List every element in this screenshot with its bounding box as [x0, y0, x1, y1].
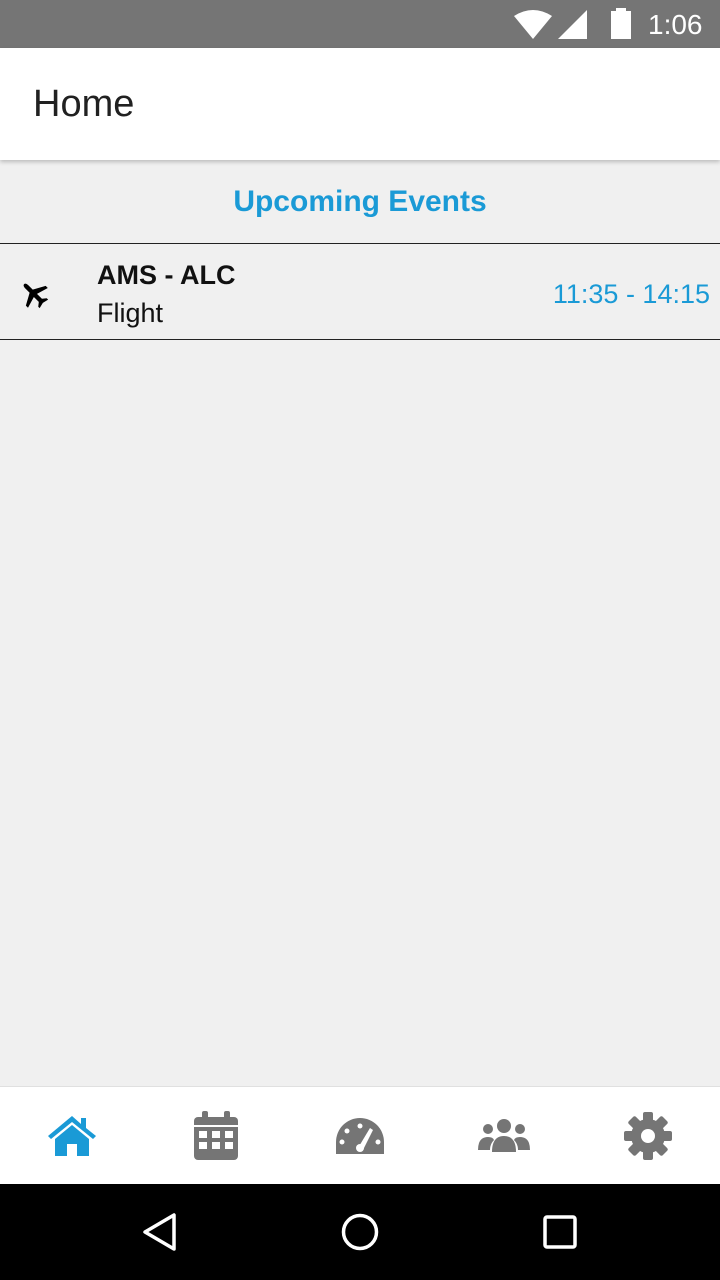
status-time: 1:06	[648, 9, 703, 40]
list-item[interactable]: AMS - ALC Flight 11:35 - 14:15	[0, 244, 720, 340]
event-route: AMS - ALC	[97, 260, 236, 290]
group-icon	[478, 1119, 530, 1152]
nav-calendar[interactable]	[144, 1087, 288, 1185]
event-type: Flight	[97, 298, 164, 328]
battery-icon	[611, 8, 631, 39]
bottom-navigation	[0, 1086, 720, 1184]
nav-group[interactable]	[432, 1087, 576, 1185]
section-title: Upcoming Events	[233, 185, 487, 218]
home-icon	[48, 1116, 96, 1156]
status-bar: 1:06	[0, 0, 720, 48]
back-icon[interactable]	[140, 1212, 180, 1252]
gear-icon	[624, 1112, 672, 1160]
home-circle-icon[interactable]	[340, 1212, 380, 1252]
section-header: Upcoming Events	[0, 160, 720, 244]
nav-home[interactable]	[0, 1087, 144, 1185]
app-bar: Home	[0, 48, 720, 160]
page-title: Home	[33, 83, 135, 125]
wifi-icon	[514, 10, 552, 39]
dashboard-icon	[336, 1118, 384, 1154]
airplane-icon	[23, 283, 49, 309]
signal-icon	[558, 10, 587, 39]
calendar-icon	[194, 1111, 238, 1160]
recents-icon[interactable]	[540, 1212, 580, 1252]
system-navigation-bar	[0, 1184, 720, 1280]
event-time-range: 11:35 - 14:15	[552, 279, 710, 309]
nav-dashboard[interactable]	[288, 1087, 432, 1185]
nav-settings[interactable]	[576, 1087, 720, 1185]
